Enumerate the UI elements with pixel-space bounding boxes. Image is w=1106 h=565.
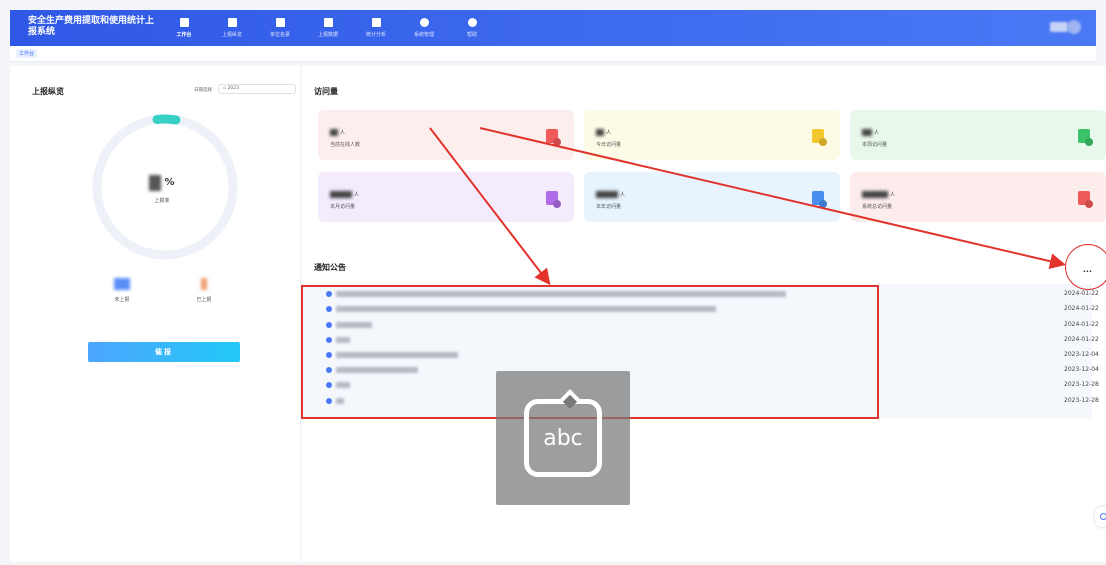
breadcrumb: 工作台 (10, 46, 1096, 62)
date-label: 日期选择 (194, 88, 212, 93)
visit-label: 今日访问量 (596, 142, 622, 148)
nav-label: 帮助 (466, 32, 477, 38)
user-icon (546, 129, 558, 143)
year-value: 2023 (227, 86, 239, 91)
nav-label: 上报纵览 (221, 32, 242, 38)
nav-item-overview[interactable]: 上报纵览 (208, 10, 256, 46)
count-redacted (330, 129, 338, 136)
count-redacted (862, 129, 872, 136)
gear-icon (419, 18, 429, 27)
notice-date: 2023-12-04 (1064, 351, 1099, 358)
side-help-tab[interactable] (1095, 507, 1106, 527)
visit-count: 人 (596, 129, 611, 136)
reported-label: 已上报 (196, 297, 212, 303)
visit-count: 人 (862, 129, 879, 136)
nav-label: 系统管理 (413, 32, 434, 38)
avatar-icon (1067, 20, 1081, 34)
visit-count: 人 (330, 129, 345, 136)
visit-card-online: 人 当前在线人数 (318, 110, 574, 160)
grid-icon (179, 18, 189, 27)
document-icon (323, 18, 333, 27)
not-reported-stat: 未上报 (102, 278, 142, 303)
count-redacted (596, 191, 618, 198)
year-picker[interactable]: ▫ 2023 (218, 84, 296, 94)
overview-panel: 上报纵览 日期选择 ▫ 2023 % 上报率 未上报 已上报 催报 (10, 66, 300, 562)
annotation-circle (1065, 244, 1106, 290)
user-icon (812, 129, 824, 143)
reported-stat: 已上报 (184, 278, 224, 303)
caret-up-icon (560, 389, 580, 409)
visit-card-week: 人 本周访问量 (850, 110, 1106, 160)
user-icon (1078, 129, 1090, 143)
notice-date: 2024-01-22 (1064, 336, 1099, 343)
visit-card-today: 人 今日访问量 (584, 110, 840, 160)
top-nav: 工作台 上报纵览 单位名录 上报数据 统计分析 系统管理 帮助 (160, 10, 496, 46)
notice-date: 2024-01-22 (1064, 290, 1099, 297)
notice-date: 2024-01-22 (1064, 305, 1099, 312)
chat-icon (1100, 513, 1106, 520)
user-icon (1078, 191, 1090, 205)
nav-item-report-data[interactable]: 上报数据 (304, 10, 352, 46)
book-icon (275, 18, 285, 27)
visit-card-year: 人 本年访问量 (584, 172, 840, 222)
visit-card-month: 人 本月访问量 (318, 172, 574, 222)
app-root: 安全生产费用提取和使用统计上报系统 工作台 上报纵览 单位名录 上报数据 统计分… (0, 0, 1106, 565)
app-title: 安全生产费用提取和使用统计上报系统 (28, 16, 155, 37)
user-icon (546, 191, 558, 205)
report-rate-value: % (137, 172, 187, 191)
nav-label: 统计分析 (365, 32, 386, 38)
nav-item-statistics[interactable]: 统计分析 (352, 10, 400, 46)
rate-number-redacted (149, 174, 162, 191)
report-rate-label: 上报率 (154, 198, 170, 204)
visit-label: 系统总访问量 (862, 204, 893, 210)
tab-workbench[interactable]: 工作台 (16, 49, 38, 58)
percent-sign: % (164, 177, 175, 188)
notice-date: 2023-12-28 (1064, 381, 1099, 388)
document-icon (227, 18, 237, 27)
remind-button[interactable]: 催报 (88, 342, 240, 362)
notice-date: 2024-01-22 (1064, 321, 1099, 328)
chart-icon (371, 18, 381, 27)
keyboard-icon: abc (524, 389, 602, 477)
keyboard-text: abc (543, 426, 583, 451)
count-redacted (862, 191, 888, 198)
visit-label: 本年访问量 (596, 204, 622, 210)
notice-date: 2023-12-28 (1064, 397, 1099, 404)
not-reported-count-redacted (114, 278, 130, 290)
top-header: 安全生产费用提取和使用统计上报系统 工作台 上报纵览 单位名录 上报数据 统计分… (10, 10, 1096, 46)
visit-count: 人 (330, 191, 359, 198)
keyboard-overlay: abc (496, 371, 630, 505)
nav-label: 上报数据 (317, 32, 338, 38)
visit-label: 本周访问量 (862, 142, 888, 148)
user-avatar[interactable] (1050, 19, 1082, 37)
count-redacted (330, 191, 352, 198)
user-icon (812, 191, 824, 205)
count-redacted (596, 129, 604, 136)
visit-card-total: 人 系统总访问量 (850, 172, 1106, 222)
nav-item-system[interactable]: 系统管理 (400, 10, 448, 46)
not-reported-label: 未上报 (114, 297, 130, 303)
nav-item-directory[interactable]: 单位名录 (256, 10, 304, 46)
nav-label: 工作台 (176, 32, 192, 38)
nav-label: 单位名录 (269, 32, 290, 38)
notice-date: 2023-12-04 (1064, 366, 1099, 373)
reported-count-redacted (201, 278, 207, 290)
visit-count: 人 (862, 191, 895, 198)
ring-progress (152, 114, 181, 125)
nav-item-workbench[interactable]: 工作台 (160, 10, 208, 46)
notices-title: 通知公告 (314, 263, 346, 272)
help-icon (467, 18, 477, 27)
overview-title: 上报纵览 (32, 87, 64, 96)
nav-item-help[interactable]: 帮助 (448, 10, 496, 46)
visit-label: 当前在线人数 (330, 142, 361, 148)
visit-label: 本月访问量 (330, 204, 356, 210)
user-name-redacted (1050, 22, 1068, 32)
visit-count: 人 (596, 191, 625, 198)
visits-title: 访问量 (314, 87, 338, 96)
